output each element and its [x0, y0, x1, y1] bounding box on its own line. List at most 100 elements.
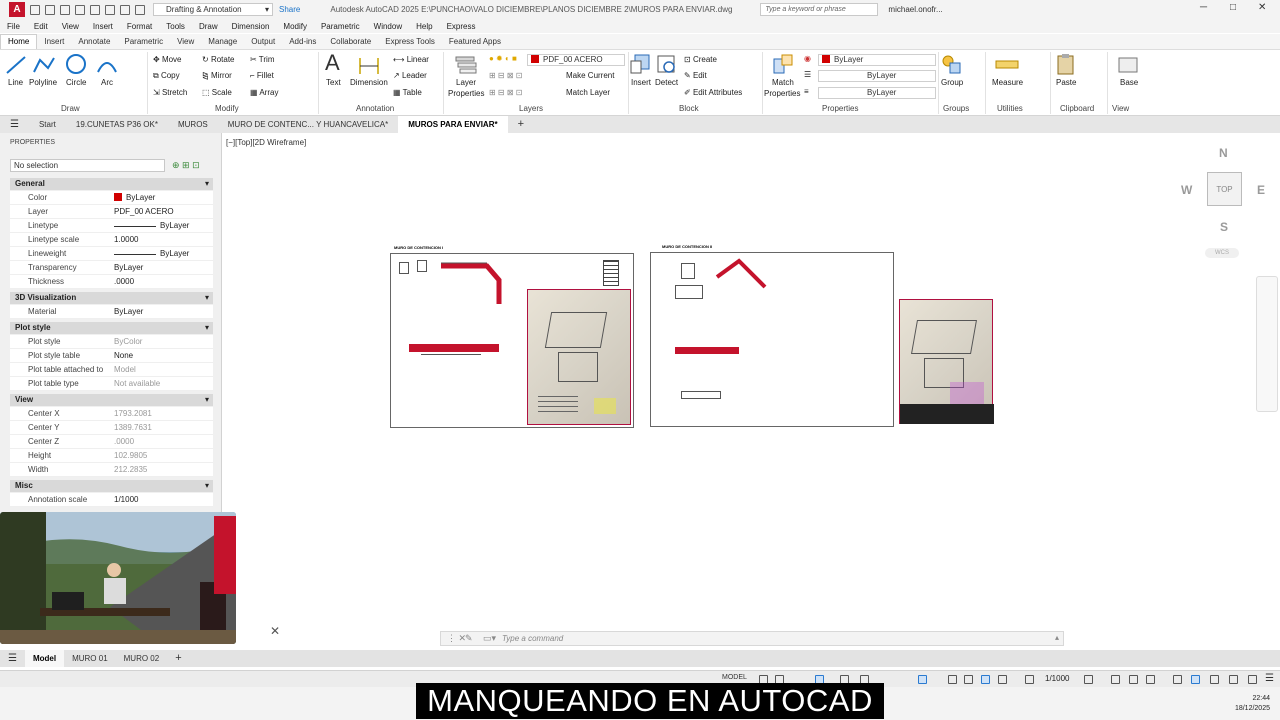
lock-ui-icon[interactable] [1173, 675, 1182, 684]
wcs-menu[interactable]: WCS [1205, 248, 1239, 258]
tab-insert[interactable]: Insert [37, 35, 71, 49]
menu-format[interactable]: Format [120, 22, 159, 31]
file-tab-cunetas[interactable]: 19.CUNETAS P36 OK* [66, 116, 168, 133]
undo-icon[interactable] [105, 4, 115, 15]
file-tab-muros-para-enviar[interactable]: MUROS PARA ENVIAR* [398, 116, 508, 133]
make-current-button[interactable]: Make Current [566, 71, 614, 80]
prop-row-height[interactable]: Height 102.9805 [10, 449, 213, 463]
tab-view[interactable]: View [170, 35, 201, 49]
hardware-acceleration-icon[interactable] [1210, 675, 1219, 684]
layer-properties-label-1[interactable]: Layer [456, 78, 476, 87]
lineweight-dropdown[interactable]: ByLayer [818, 87, 936, 99]
save-as-icon[interactable] [75, 4, 85, 15]
prop-row-plot-style-table[interactable]: Plot style table None [10, 349, 213, 363]
fillet-button[interactable]: ⌐ Fillet [250, 71, 274, 80]
color-dropdown[interactable]: ByLayer [818, 54, 936, 66]
user-account[interactable]: michael.onofr... [888, 5, 942, 14]
annomonitor-icon[interactable] [1111, 675, 1120, 684]
circle-button[interactable]: Circle [66, 78, 86, 87]
menu-dimension[interactable]: Dimension [225, 22, 277, 31]
rotate-button[interactable]: ↻ Rotate [202, 55, 235, 64]
menu-help[interactable]: Help [409, 22, 439, 31]
menu-hamburger-icon[interactable]: ☰ [0, 116, 29, 133]
close-overlay-icon[interactable]: ✕ [270, 624, 280, 638]
osnap-icon[interactable] [981, 675, 990, 684]
color-wheel-icon[interactable]: ◉ [804, 54, 811, 63]
section-misc[interactable]: Misc [10, 480, 213, 492]
layout-menu-icon[interactable]: ☰ [0, 650, 25, 667]
menu-modify[interactable]: Modify [276, 22, 314, 31]
properties-panel-label[interactable]: Properties [822, 104, 858, 113]
fullscreen-icon[interactable] [1248, 675, 1257, 684]
transparency-icon[interactable] [964, 675, 973, 684]
menu-parametric[interactable]: Parametric [314, 22, 367, 31]
layer-properties-icon[interactable] [454, 53, 478, 75]
insert-block-icon[interactable] [629, 53, 653, 75]
mirror-button[interactable]: ⧎ Mirror [202, 71, 232, 80]
create-block-button[interactable]: ⊡ Create [684, 55, 717, 64]
layout-tab-muro-01[interactable]: MURO 01 [64, 650, 116, 667]
viewcube-top-face[interactable]: TOP [1207, 172, 1242, 206]
customization-menu-icon[interactable]: ☰ [1265, 673, 1274, 684]
compass-south[interactable]: S [1220, 220, 1228, 234]
prop-row-width[interactable]: Width 212.2835 [10, 463, 213, 477]
compass-east[interactable]: E [1257, 183, 1265, 197]
dimension-icon[interactable] [357, 54, 381, 76]
group-icon[interactable] [940, 53, 964, 75]
menu-express[interactable]: Express [440, 22, 483, 31]
prop-row-layer[interactable]: Layer PDF_00 ACERO [10, 205, 213, 219]
layer-properties-label-2[interactable]: Properties [448, 89, 484, 98]
lineweight-toggle-icon[interactable] [948, 675, 957, 684]
quick-properties-icon[interactable] [1146, 675, 1155, 684]
sketch-photo-1[interactable] [527, 289, 631, 425]
drawing-sheet-2[interactable] [650, 252, 894, 427]
tab-express-tools[interactable]: Express Tools [378, 35, 442, 49]
arc-button[interactable]: Arc [101, 78, 113, 87]
command-close-icon[interactable]: ⋮ ✕ [447, 633, 466, 644]
tab-add-ins[interactable]: Add-ins [282, 35, 323, 49]
system-clock[interactable]: 22:44 18/12/2025 [1226, 694, 1270, 714]
file-tab-start[interactable]: Start [29, 116, 66, 133]
add-layout-icon[interactable]: + [167, 650, 189, 667]
linetype-icon[interactable]: ☰ [804, 70, 811, 79]
new-tab-plus-icon[interactable]: + [508, 116, 534, 133]
tab-parametric[interactable]: Parametric [117, 35, 170, 49]
tab-annotate[interactable]: Annotate [71, 35, 117, 49]
trim-button[interactable]: ✂ Trim [250, 55, 274, 64]
plot-icon[interactable] [135, 4, 145, 15]
open-file-icon[interactable] [45, 4, 55, 15]
redo-icon[interactable] [120, 4, 130, 15]
selection-cycling-icon[interactable] [918, 675, 927, 684]
sketch-photo-2[interactable] [899, 299, 994, 424]
leader-button[interactable]: ↗ Leader [393, 71, 427, 80]
array-button[interactable]: ▦ Array [250, 88, 278, 97]
prop-row-plot-table-type[interactable]: Plot table type Not available [10, 377, 213, 391]
match-properties-icon[interactable] [771, 53, 795, 75]
isolate-objects-icon[interactable] [1191, 675, 1200, 684]
workspace-dropdown[interactable]: Drafting & Annotation [153, 3, 273, 16]
compass-north[interactable]: N [1219, 146, 1228, 160]
viewport-controls[interactable]: [−][Top][2D Wireframe] [226, 138, 306, 147]
measure-button[interactable]: Measure [992, 78, 1023, 87]
tab-manage[interactable]: Manage [201, 35, 244, 49]
section-general[interactable]: General [10, 178, 213, 190]
menu-draw[interactable]: Draw [192, 22, 225, 31]
prop-row-material[interactable]: Material ByLayer [10, 305, 213, 319]
quick-select-icon[interactable]: ⊕ ⊞ ⊡ [172, 160, 200, 171]
share-button[interactable]: Share [279, 5, 300, 14]
edit-attributes-button[interactable]: ✐ Edit Attributes [684, 88, 742, 97]
otrack-icon[interactable] [998, 675, 1007, 684]
layer-tools-icons-2[interactable]: ⊞ ⊟ ⊠ ⊡ [489, 88, 522, 97]
base-button[interactable]: Base [1120, 78, 1138, 87]
base-view-icon[interactable] [1116, 53, 1140, 75]
line-icon[interactable] [4, 54, 28, 76]
prop-row-center-x[interactable]: Center X 1793.2081 [10, 407, 213, 421]
clean-screen-icon[interactable] [1229, 675, 1238, 684]
prop-row-annotation-scale[interactable]: Annotation scale 1/1000 [10, 493, 213, 507]
tab-featured-apps[interactable]: Featured Apps [442, 35, 508, 49]
modify-panel-label[interactable]: Modify [215, 104, 239, 113]
compass-west[interactable]: W [1181, 183, 1192, 197]
measure-icon[interactable] [995, 53, 1019, 75]
section-plot-style[interactable]: Plot style [10, 322, 213, 334]
menu-tools[interactable]: Tools [159, 22, 192, 31]
